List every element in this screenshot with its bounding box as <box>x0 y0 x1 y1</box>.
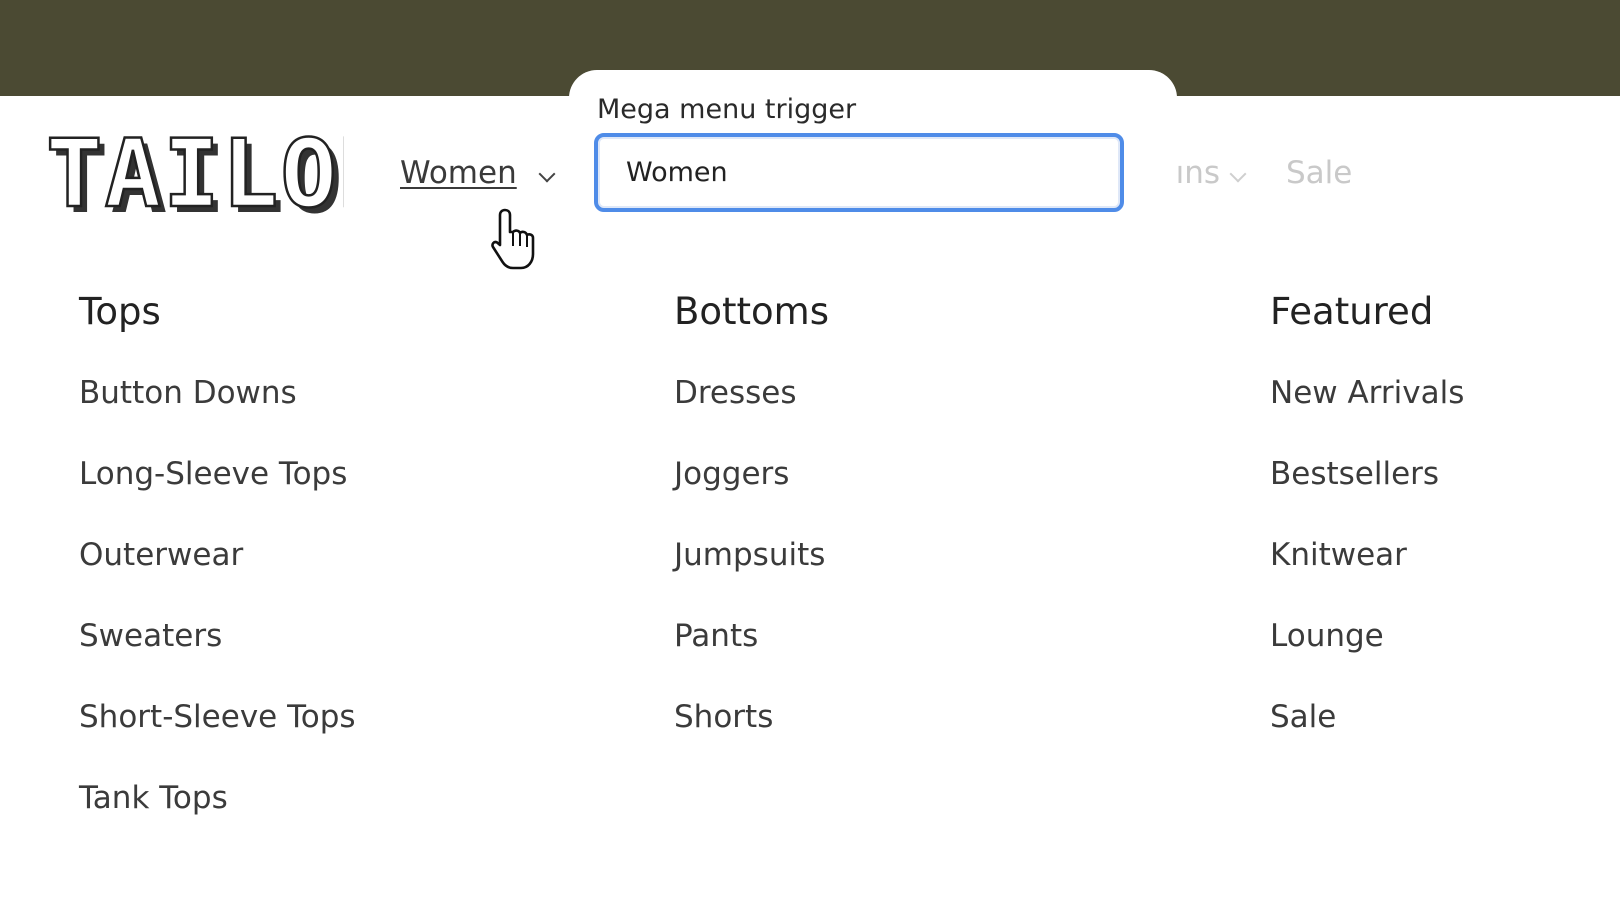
menu-link[interactable]: Tank Tops <box>79 781 356 862</box>
column-list: Dresses Joggers Jumpsuits Pants Shorts <box>674 376 829 781</box>
menu-link[interactable]: Long-Sleeve Tops <box>79 457 356 538</box>
menu-link[interactable]: Bestsellers <box>1270 457 1464 538</box>
menu-link[interactable]: Joggers <box>674 457 829 538</box>
menu-link[interactable]: Lounge <box>1270 619 1464 700</box>
mega-menu-trigger-input[interactable] <box>594 133 1124 212</box>
menu-link[interactable]: Knitwear <box>1270 538 1464 619</box>
svg-text:TAILOR: TAILOR <box>46 130 344 220</box>
column-list: Button Downs Long-Sleeve Tops Outerwear … <box>79 376 356 862</box>
menu-link[interactable]: Pants <box>674 619 829 700</box>
column-heading: Bottoms <box>674 290 829 333</box>
menu-link[interactable]: Outerwear <box>79 538 356 619</box>
menu-link[interactable]: Jumpsuits <box>674 538 829 619</box>
menu-link[interactable]: Dresses <box>674 376 829 457</box>
menu-link[interactable]: Shorts <box>674 700 829 781</box>
nav-item-women[interactable]: Women <box>400 155 517 191</box>
menu-link[interactable]: Button Downs <box>79 376 356 457</box>
menu-link[interactable]: New Arrivals <box>1270 376 1464 457</box>
column-list: New Arrivals Bestsellers Knitwear Lounge… <box>1270 376 1464 781</box>
menu-link[interactable]: Short-Sleeve Tops <box>79 700 356 781</box>
mega-menu-trigger-label: Mega menu trigger <box>597 94 857 125</box>
menu-link[interactable]: Sale <box>1270 700 1464 781</box>
menu-column-bottoms: Bottoms Dresses Joggers Jumpsuits Pants … <box>674 282 829 781</box>
menu-link[interactable]: Sweaters <box>79 619 356 700</box>
column-heading: Featured <box>1270 290 1434 333</box>
nav-item-sale[interactable]: Sale <box>1286 155 1352 191</box>
logo-wordmark: TAILOR TAILOR <box>45 130 344 220</box>
nav-item-partial[interactable]: ıns <box>1170 155 1220 191</box>
hand-pointer-icon <box>487 208 539 272</box>
menu-column-tops: Tops Button Downs Long-Sleeve Tops Outer… <box>79 282 356 862</box>
column-heading: Tops <box>79 290 161 333</box>
menu-column-featured: Featured New Arrivals Bestsellers Knitwe… <box>1270 282 1464 781</box>
tailor-logo[interactable]: TAILOR TAILOR <box>44 130 344 220</box>
